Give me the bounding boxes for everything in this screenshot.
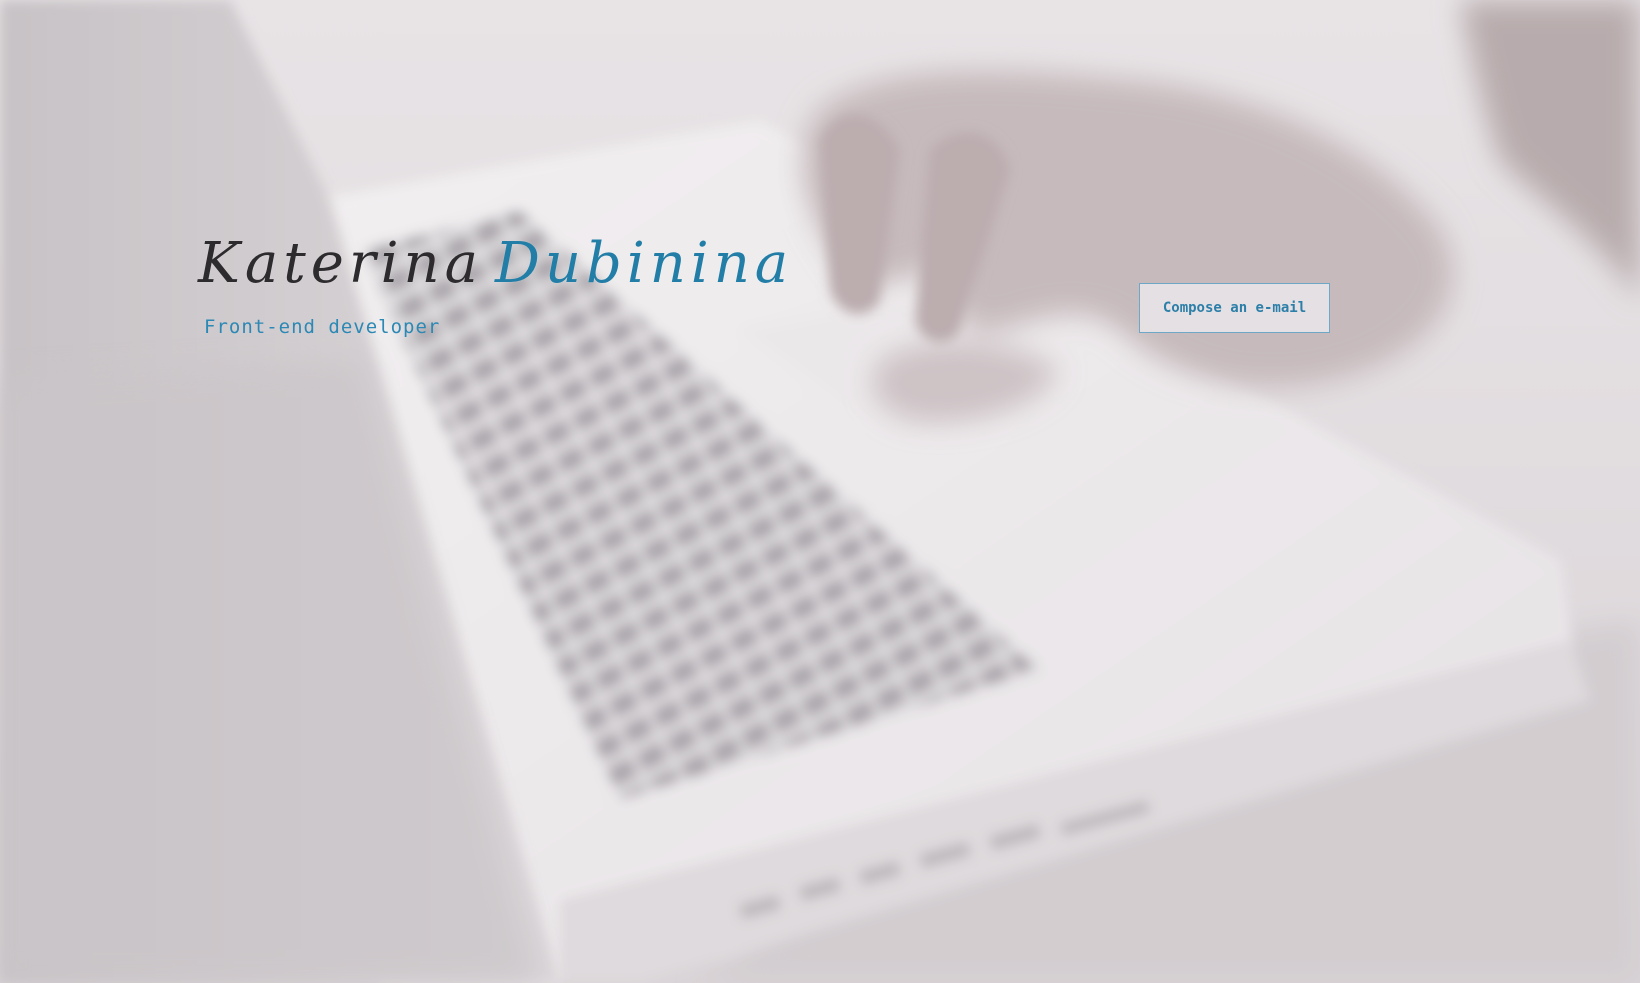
site-title: Katerina Dubinina bbox=[198, 236, 793, 292]
laptop-background-image bbox=[0, 0, 1640, 983]
job-title: Front-end developer bbox=[204, 316, 441, 338]
hero-section: Katerina Dubinina Front-end developer Com… bbox=[0, 0, 1640, 983]
compose-email-button[interactable]: Compose an e-mail bbox=[1139, 283, 1330, 333]
first-name: Katerina bbox=[198, 231, 483, 296]
identity-block: Katerina Dubinina Front-end developer bbox=[198, 236, 793, 339]
last-name: Dubinina bbox=[495, 231, 794, 296]
